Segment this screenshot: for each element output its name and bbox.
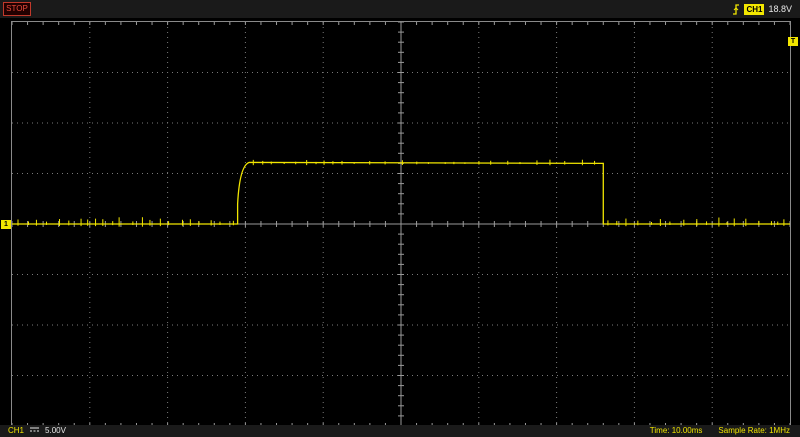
trigger-level-marker[interactable]: T	[788, 37, 798, 46]
acquisition-info: Time: 10.00ms Sample Rate: 1MHz	[650, 426, 790, 435]
bottom-status-bar: CH1 5.00V Time: 10.00ms Sample Rate: 1MH…	[0, 425, 800, 437]
trigger-info: CH1 18.8V	[732, 3, 792, 15]
trigger-level: 18.8V	[768, 4, 792, 14]
scope-display[interactable]	[11, 21, 791, 427]
timebase-readout[interactable]: Time: 10.00ms	[650, 426, 703, 435]
sample-rate-readout: Sample Rate: 1MHz	[718, 426, 790, 435]
channel-name: CH1	[8, 426, 25, 435]
scope-grid-svg	[11, 21, 791, 427]
channel1-ground-marker[interactable]: 1	[1, 220, 11, 229]
trigger-channel-badge[interactable]: CH1	[744, 3, 765, 15]
channel-scale[interactable]: CH1 5.00V	[8, 426, 66, 435]
trigger-edge-icon	[732, 3, 740, 15]
volts-per-div: 5.00V	[45, 426, 66, 435]
top-status-bar: STOP CH1 18.8V	[0, 0, 800, 18]
dc-coupling-icon	[30, 426, 40, 435]
run-stop-button[interactable]: STOP	[3, 2, 31, 16]
